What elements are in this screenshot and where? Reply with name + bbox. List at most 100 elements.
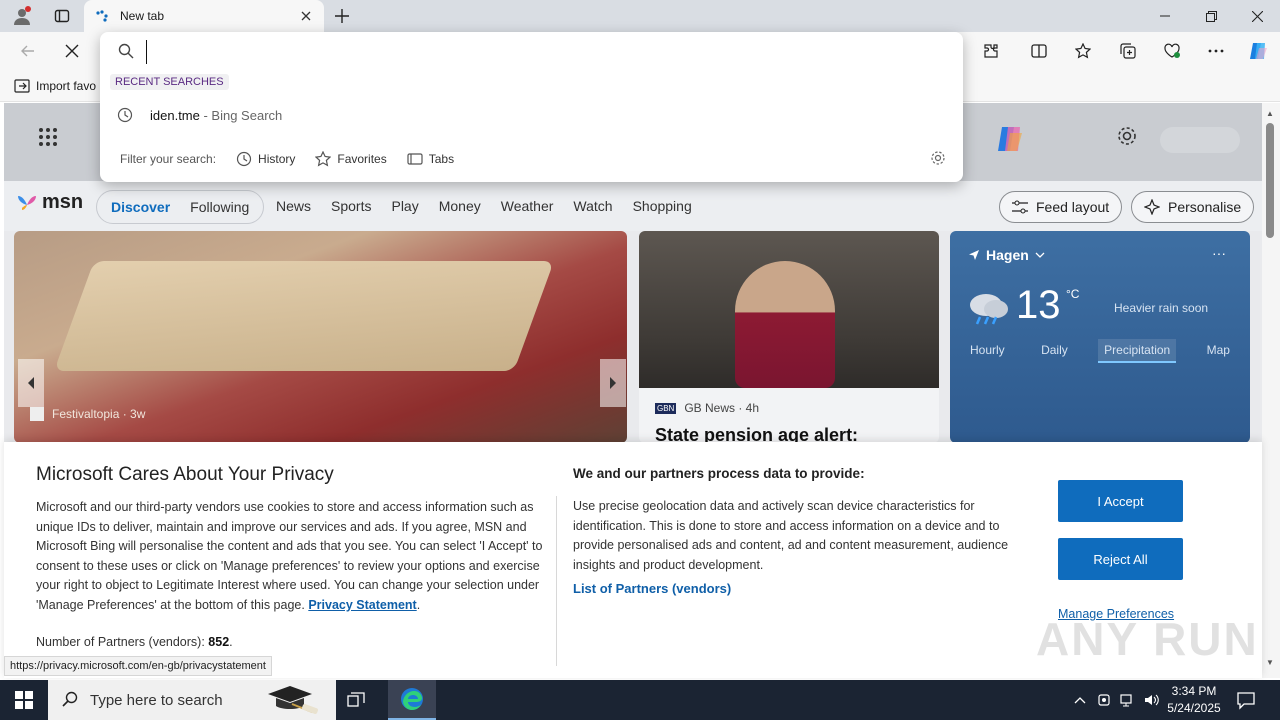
nav-watch[interactable]: Watch <box>573 198 612 214</box>
msn-logo-text: msn <box>42 191 84 213</box>
plus-icon <box>335 9 349 23</box>
filter-label: Filter your search: <box>120 152 217 166</box>
partners-list-link[interactable]: List of Partners (vendors) <box>573 581 731 596</box>
weather-card[interactable]: Hagen ··· 13 °C Heavier rain soon Hourly… <box>950 231 1250 443</box>
sign-in-button[interactable] <box>1160 127 1240 153</box>
weather-tab-hourly[interactable]: Hourly <box>964 339 1011 363</box>
collections-icon <box>1120 43 1136 59</box>
apps-grid-icon[interactable] <box>38 127 58 150</box>
copilot-page-icon[interactable] <box>994 123 1026 155</box>
suggestion-item[interactable]: iden.tme - Bing Search <box>100 100 963 130</box>
search-icon <box>118 43 134 62</box>
edge-taskbar-button[interactable] <box>388 680 436 720</box>
stop-icon <box>65 44 79 58</box>
chevron-right-icon <box>610 377 616 389</box>
carousel-prev-button[interactable] <box>18 359 44 407</box>
taskbar-search[interactable]: Type here to search <box>48 680 336 720</box>
network-icon[interactable] <box>1116 693 1140 707</box>
sparkle-icon <box>1144 199 1160 215</box>
browser-essentials-button[interactable] <box>1158 37 1186 65</box>
import-icon <box>14 79 30 93</box>
tab-actions-button[interactable] <box>48 4 76 28</box>
suggestion-query: iden.tme <box>150 107 200 123</box>
tab-discover[interactable]: Discover <box>101 199 180 215</box>
weather-tab-precipitation[interactable]: Precipitation <box>1098 339 1177 363</box>
start-button[interactable] <box>0 680 48 720</box>
feed-layout-button[interactable]: Feed layout <box>999 191 1123 223</box>
nav-sports[interactable]: Sports <box>331 198 371 214</box>
weather-tab-daily[interactable]: Daily <box>1035 339 1074 363</box>
back-button[interactable] <box>14 37 42 65</box>
news-card[interactable]: GBN GB News · 4h State pension age alert… <box>639 231 939 443</box>
filter-history[interactable]: History <box>236 151 295 167</box>
scroll-up-icon[interactable]: ▲ <box>1266 109 1274 118</box>
weather-location[interactable]: Hagen <box>968 247 1045 263</box>
profile-icon <box>14 6 31 25</box>
filter-favorites-label: Favorites <box>337 152 387 166</box>
title-bar: New tab <box>0 0 1280 32</box>
close-window-button[interactable] <box>1234 0 1280 32</box>
extensions-button[interactable] <box>977 37 1005 65</box>
copilot-button[interactable] <box>1244 37 1272 65</box>
address-input[interactable] <box>146 40 926 64</box>
split-screen-button[interactable] <box>1025 37 1053 65</box>
tab-close-icon[interactable] <box>298 8 314 24</box>
task-view-button[interactable] <box>344 688 368 712</box>
taskbar: Type here to search 3:34 PM 5/24/2025 <box>0 680 1280 720</box>
star-icon <box>1075 43 1091 59</box>
restore-icon <box>1205 10 1217 22</box>
taskbar-search-placeholder: Type here to search <box>90 691 223 709</box>
taskbar-clock[interactable]: 3:34 PM 5/24/2025 <box>1162 683 1226 717</box>
restore-button[interactable] <box>1188 0 1234 32</box>
nav-news[interactable]: News <box>276 198 311 214</box>
accept-button[interactable]: I Accept <box>1058 480 1183 522</box>
weather-more-icon[interactable]: ··· <box>1212 245 1226 261</box>
search-settings-icon[interactable] <box>930 150 946 169</box>
show-hidden-icons-icon[interactable] <box>1068 696 1092 704</box>
nav-weather[interactable]: Weather <box>501 198 554 214</box>
tab-new-tab[interactable]: New tab <box>84 0 324 32</box>
close-icon <box>1251 10 1263 22</box>
favorites-button[interactable] <box>1069 37 1097 65</box>
news-headline[interactable]: State pension age alert: <box>655 425 858 443</box>
minimize-button[interactable] <box>1142 0 1188 32</box>
star-outline-icon <box>315 151 332 167</box>
personalise-button[interactable]: Personalise <box>1131 191 1255 223</box>
scroll-down-icon[interactable]: ▼ <box>1266 658 1274 667</box>
new-tab-button[interactable] <box>330 4 354 28</box>
settings-more-button[interactable] <box>1202 37 1230 65</box>
profile-button[interactable] <box>8 4 36 28</box>
hero-card[interactable]: Festivaltopia · 3w <box>14 231 627 443</box>
filter-tabs[interactable]: Tabs <box>407 151 454 167</box>
more-horizontal-icon <box>1208 49 1224 53</box>
import-favorites-link[interactable]: Import favo <box>14 78 96 94</box>
weather-note[interactable]: Heavier rain soon <box>1114 301 1208 315</box>
carousel-next-button[interactable] <box>600 359 626 407</box>
weather-tab-map[interactable]: Map <box>1201 339 1236 363</box>
volume-icon[interactable] <box>1140 693 1164 707</box>
heart-pulse-icon <box>1164 43 1180 58</box>
history-icon <box>236 151 252 167</box>
tabs-icon <box>407 153 423 165</box>
privacy-statement-link[interactable]: Privacy Statement <box>308 598 416 612</box>
loading-icon <box>94 8 110 24</box>
suggestion-text: iden.tme - Bing Search <box>150 108 282 123</box>
stop-loading-button[interactable] <box>58 37 86 65</box>
nav-money[interactable]: Money <box>439 198 481 214</box>
notification-center-icon[interactable] <box>1236 690 1256 713</box>
nav-shopping[interactable]: Shopping <box>633 198 692 214</box>
sliders-icon <box>1012 200 1028 214</box>
page-scrollbar[interactable]: ▲ ▼ <box>1262 103 1280 678</box>
reject-all-button[interactable]: Reject All <box>1058 538 1183 580</box>
tab-following[interactable]: Following <box>180 199 259 215</box>
scroll-thumb[interactable] <box>1266 123 1274 238</box>
msn-logo[interactable]: msn <box>16 191 83 214</box>
category-nav: News Sports Play Money Weather Watch Sho… <box>276 198 712 214</box>
page-settings-icon[interactable] <box>1116 125 1138 150</box>
temperature: 13 <box>1016 283 1061 327</box>
nav-play[interactable]: Play <box>391 198 418 214</box>
data-processing-text: Use precise geolocation data and activel… <box>573 499 1009 572</box>
collections-button[interactable] <box>1114 37 1142 65</box>
device-icon[interactable] <box>1092 693 1116 707</box>
filter-favorites[interactable]: Favorites <box>315 151 387 167</box>
